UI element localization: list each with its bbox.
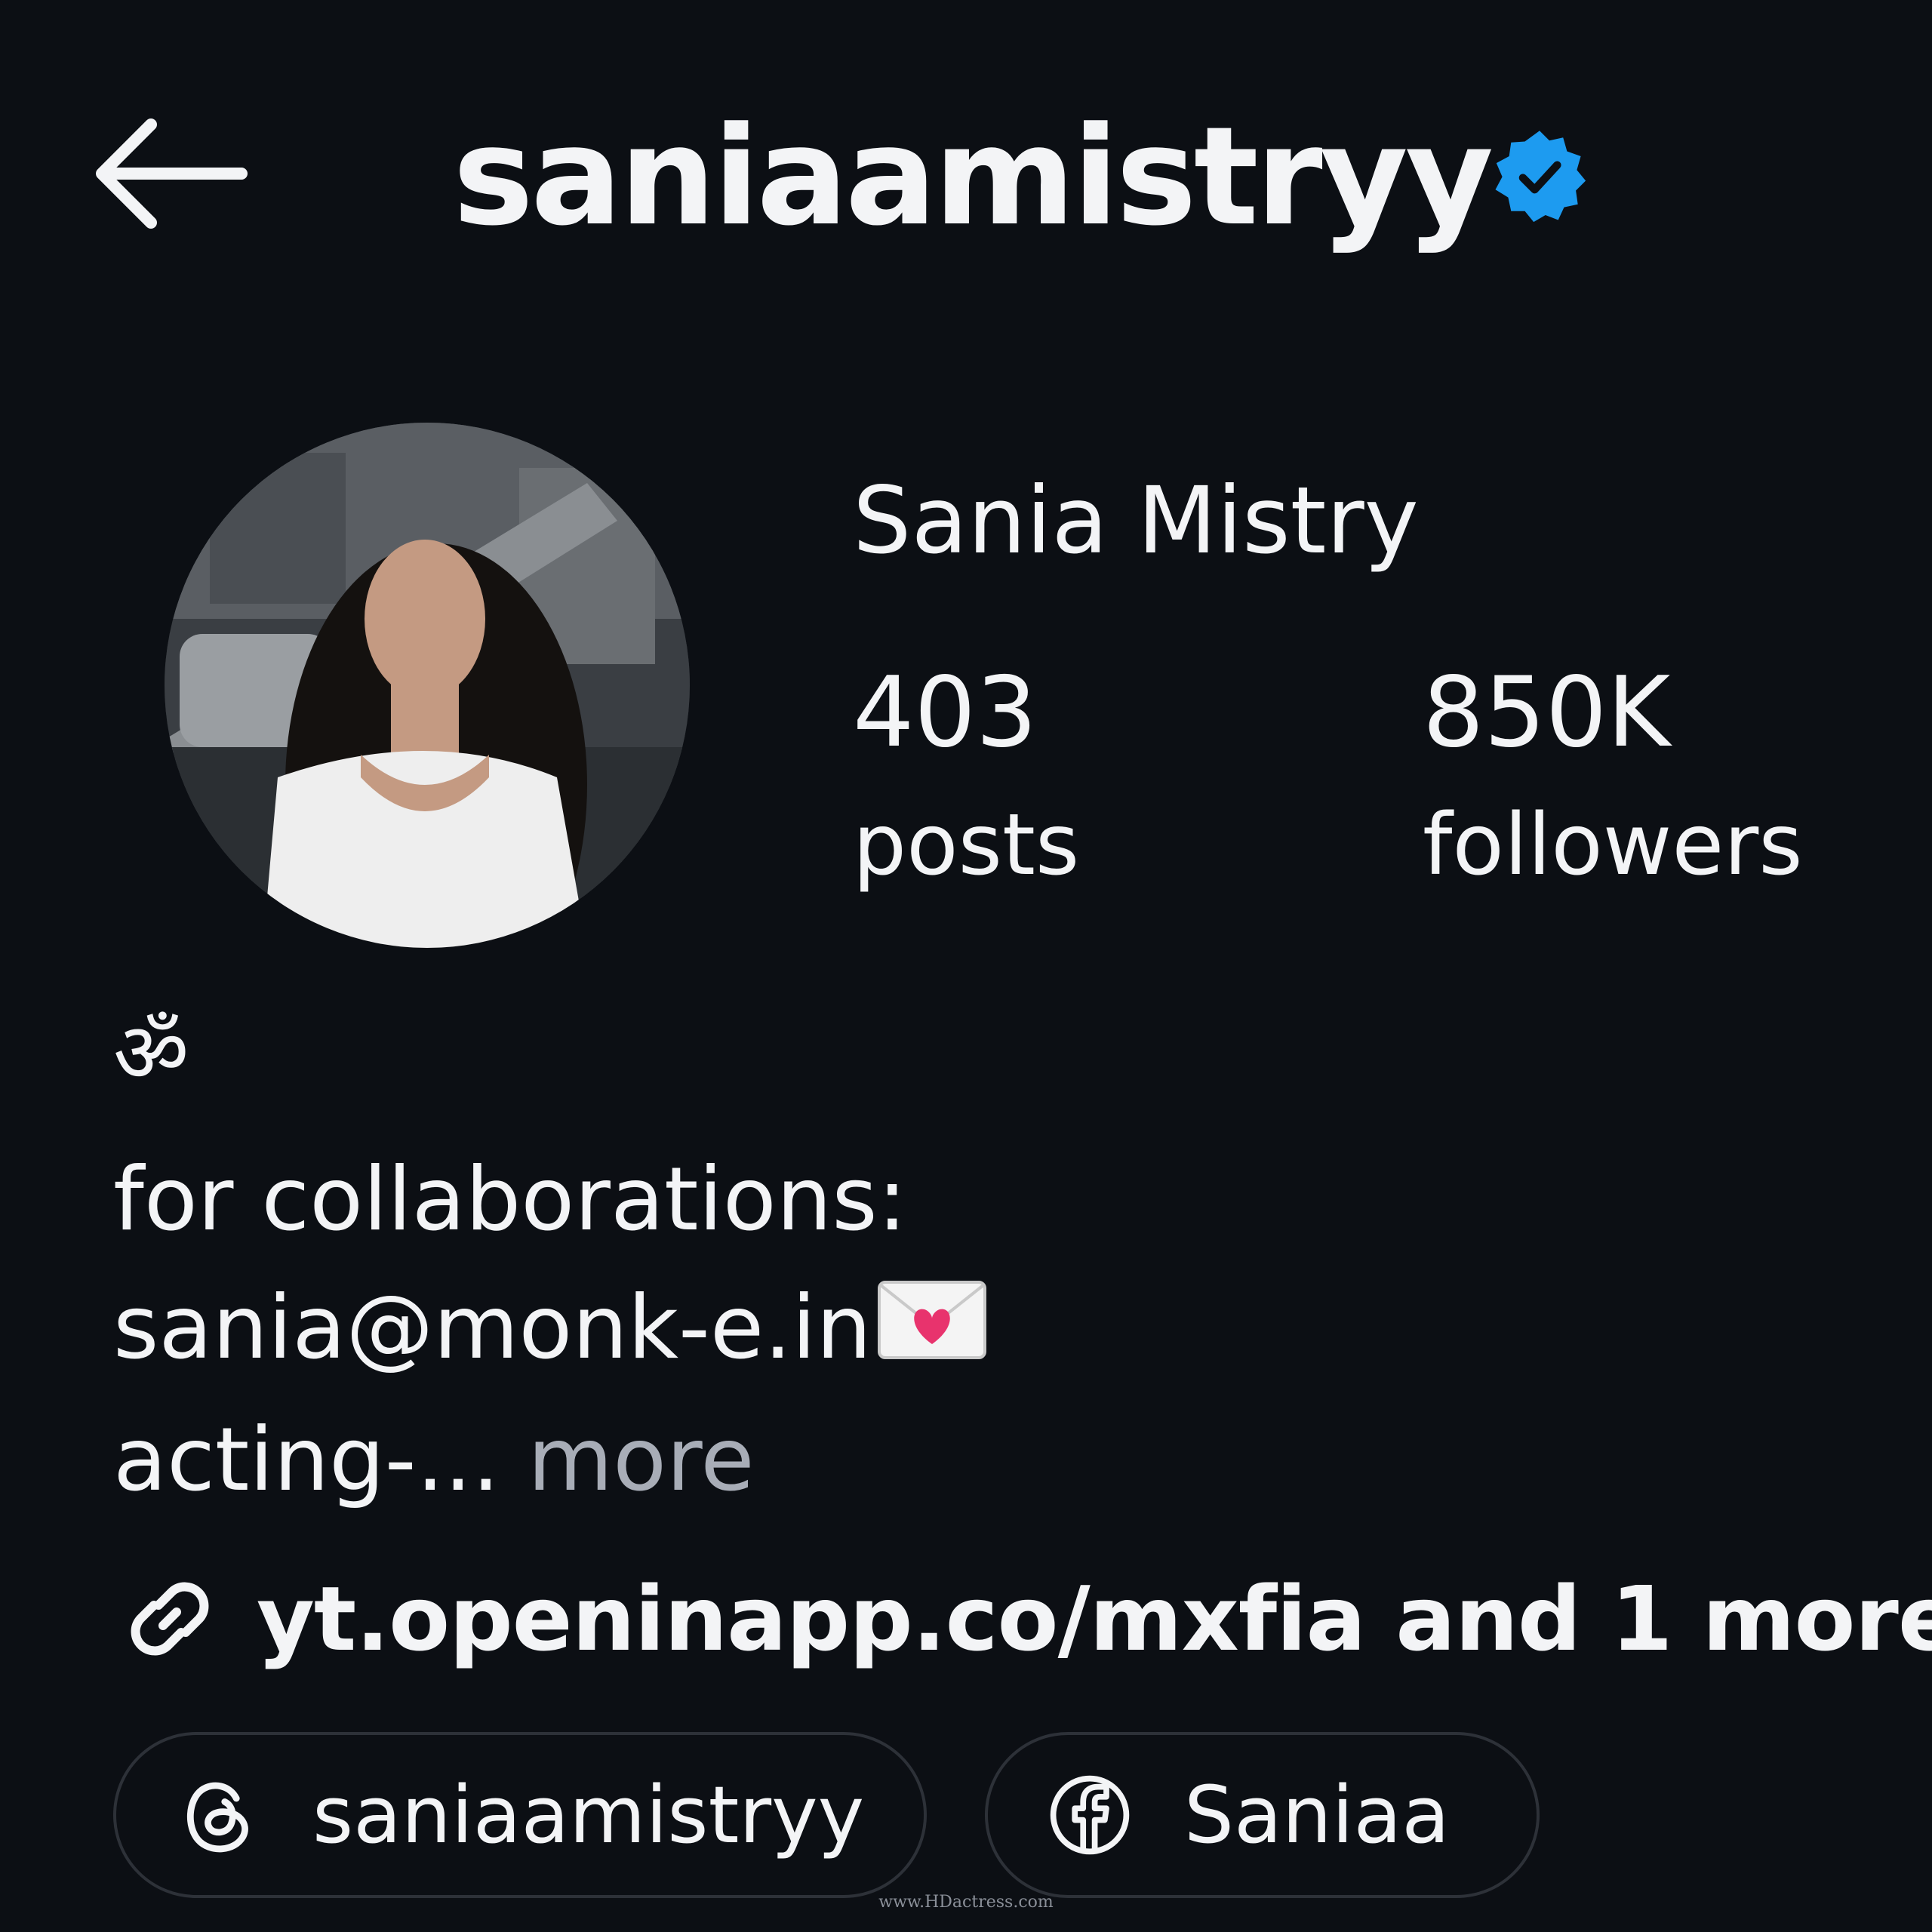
profile-username: saniaamistryy — [453, 98, 1494, 256]
verified-badge-icon — [1495, 131, 1586, 223]
external-link-text[interactable]: yt.openinapp.co/mxfia and 1 more — [257, 1558, 1932, 1679]
back-button[interactable] — [83, 106, 257, 242]
threads-username: saniaamistryy — [312, 1769, 865, 1861]
arrow-left-icon — [96, 118, 248, 229]
profile-full-name: Sania Mistry — [853, 467, 1419, 574]
posts-count[interactable]: 403 — [853, 657, 1037, 770]
love-letter-icon — [877, 1281, 986, 1359]
facebook-name: Saniaa — [1184, 1769, 1451, 1861]
threads-icon — [186, 1782, 248, 1853]
bio-om-symbol: ॐ — [113, 1004, 189, 1101]
profile-avatar[interactable] — [165, 423, 690, 948]
followers-label[interactable]: followers — [1423, 789, 1803, 902]
facebook-icon — [1050, 1775, 1130, 1855]
bio-line-collaborations: for collaborations: — [113, 1149, 907, 1251]
external-link[interactable]: yt.openinapp.co/mxfia and 1 more — [113, 1551, 1932, 1687]
link-icon — [131, 1582, 209, 1656]
posts-label[interactable]: posts — [853, 789, 1079, 902]
watermark: www.HDactress.com — [878, 1893, 1054, 1912]
bio-acting-text: acting-... — [113, 1409, 500, 1511]
followers-count[interactable]: 850K — [1423, 657, 1670, 770]
profile-photo — [165, 423, 690, 948]
bio-line-acting: acting-... more — [113, 1400, 755, 1521]
bio-more-link[interactable]: more — [528, 1409, 754, 1511]
facebook-profile-button[interactable]: Saniaa — [985, 1732, 1540, 1898]
threads-profile-button[interactable]: saniaamistryy — [113, 1732, 927, 1898]
bio-email-text: sania@monk-e.in — [113, 1277, 872, 1379]
bio-line-email: sania@monk-e.in — [113, 1268, 988, 1389]
